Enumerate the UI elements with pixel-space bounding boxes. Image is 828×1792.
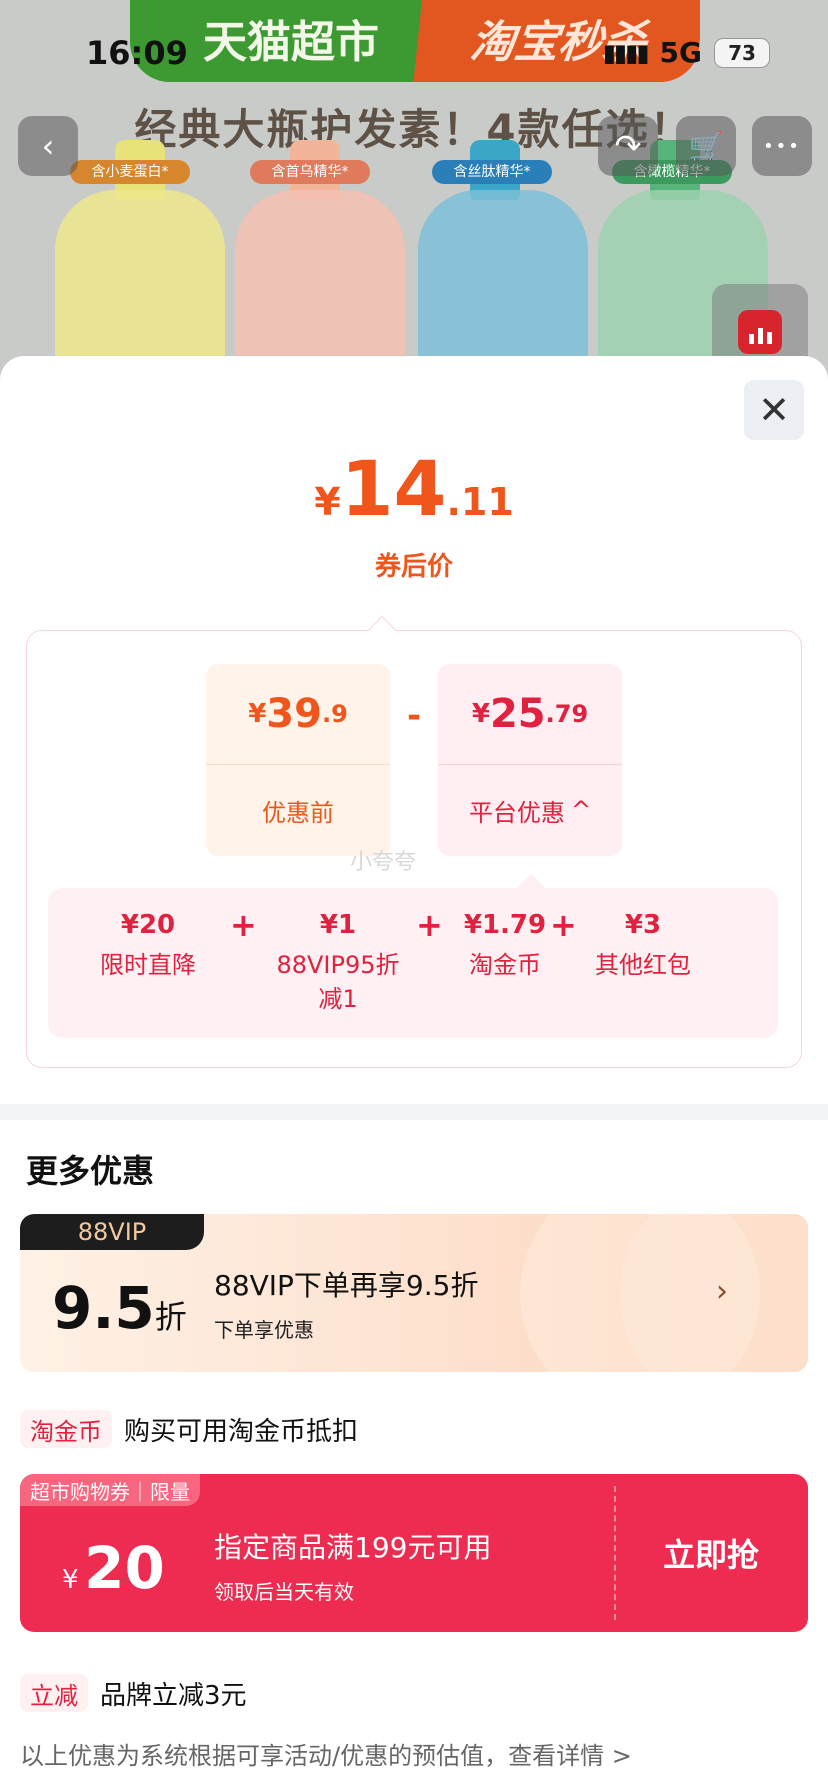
vip-offer-card[interactable]: 88VIP 9.5折 88VIP下单再享9.5折 下单享优惠 › [20, 1214, 808, 1372]
coupon-amount: ¥ 20 [62, 1534, 165, 1602]
status-indicators: ▮▮▮▮ 5G 73 [603, 36, 770, 69]
chevron-up-icon: ^ [570, 796, 592, 824]
more-button[interactable]: ••• [752, 116, 812, 176]
product-image-background: 天猫超市 淘宝秒杀 经典大瓶护发素！4款任选！ 含小麦蛋白* 含首乌精华* 含丝… [0, 0, 828, 400]
coupon-currency: ¥ [62, 1565, 79, 1595]
price-detail-sheet: ✕ ¥14.11 券后价 ¥39.9 优惠前 - ¥25.79 平台优惠 ^ 小… [0, 356, 828, 1792]
discount-detail-box: ¥20 限时直降 + ¥1 88VIP95折 减1 + ¥1.79 淘金币 + … [48, 888, 778, 1038]
share-button[interactable]: ↷ [598, 116, 658, 176]
coin-offer-text: 购买可用淘金币抵扣 [124, 1416, 359, 1447]
platform-decimal: .79 [545, 700, 589, 728]
close-icon: ✕ [758, 388, 790, 432]
coin-badge: 淘金币 [20, 1410, 112, 1448]
original-price-value: ¥39.9 [206, 664, 390, 764]
discount-item-limited-time: ¥20 限时直降 [78, 910, 218, 982]
discount-item-88vip: ¥1 88VIP95折 减1 [258, 910, 418, 1016]
discount-label: 88VIP95折 [276, 951, 400, 979]
vip-tag: 88VIP [20, 1214, 204, 1250]
discount-label: 淘金币 [469, 951, 541, 979]
discount-label-line2: 减1 [318, 985, 358, 1013]
original-decimal: .9 [321, 700, 348, 728]
status-time: 16:09 [86, 34, 188, 72]
plus-sign: + [416, 906, 443, 944]
discount-value: ¥20 [120, 910, 176, 940]
platform-discount-label: 平台优惠 ^ [438, 764, 622, 856]
brand-reduce-row: 立减 品牌立减3元 [20, 1674, 247, 1712]
network-type: 5G [659, 36, 702, 69]
vip-offer-title: 88VIP下单再享9.5折 [214, 1269, 479, 1302]
cart-button[interactable]: 🛒 [676, 116, 736, 176]
supermarket-coupon: 超市购物券｜限量 ¥ 20 指定商品满199元可用 领取后当天有效 立即抢 [20, 1474, 808, 1632]
reduce-badge: 立减 [20, 1674, 88, 1712]
discount-label: 限时直降 [100, 951, 196, 979]
coin-offer-row: 淘金币 购买可用淘金币抵扣 [20, 1410, 358, 1448]
plus-sign: + [230, 906, 257, 944]
chevron-right-icon: › [716, 1274, 728, 1309]
chevron-left-icon: ‹ [41, 127, 55, 165]
final-price-currency: ¥ [314, 480, 341, 524]
vip-offer-subtitle: 下单享优惠 [214, 1318, 314, 1342]
platform-discount-card[interactable]: ¥25.79 平台优惠 ^ [438, 664, 622, 856]
vip-discount-number: 9.5 [52, 1274, 155, 1342]
final-price-decimal: .11 [446, 480, 514, 524]
view-details-link[interactable]: 以上优惠为系统根据可享活动/优惠的预估值，查看详情 > [20, 1736, 632, 1771]
vip-discount: 9.5折 [52, 1274, 187, 1342]
bottle-tag: 含首乌精华* [250, 160, 370, 184]
coupon-validity: 领取后当天有效 [214, 1580, 354, 1604]
platform-currency: ¥ [471, 699, 490, 729]
cart-icon: 🛒 [688, 129, 724, 163]
more-offers-title: 更多优惠 [26, 1152, 155, 1190]
coupon-amount-number: 20 [84, 1534, 165, 1602]
discount-value: ¥3 [624, 910, 662, 940]
more-dots-icon: ••• [763, 135, 801, 157]
original-price-card: ¥39.9 优惠前 [206, 664, 390, 856]
grab-coupon-button[interactable]: 立即抢 [614, 1474, 808, 1632]
original-currency: ¥ [248, 699, 267, 729]
final-price-integer: 14 [340, 444, 447, 533]
close-button[interactable]: ✕ [744, 380, 804, 440]
coupon-condition: 指定商品满199元可用 [214, 1531, 492, 1564]
signal-icon: ▮▮▮▮ [602, 38, 650, 67]
share-icon: ↷ [614, 127, 642, 165]
discount-item-red-packet: ¥3 其他红包 [578, 910, 708, 982]
original-integer: 39 [266, 691, 322, 737]
discount-label: 其他红包 [595, 951, 691, 979]
platform-integer: 25 [489, 691, 546, 737]
final-price: ¥14.11 [0, 444, 828, 533]
discount-value: ¥1 [319, 910, 357, 940]
bottle-tag: 含小麦蛋白* [70, 160, 190, 184]
platform-discount-text: 平台优惠 [468, 798, 565, 827]
coupon-tag: 超市购物券｜限量 [20, 1474, 200, 1506]
watermark: 小夸夸 [350, 850, 417, 875]
decor-circle [620, 1214, 808, 1372]
minus-sign: - [406, 696, 422, 736]
reduce-text: 品牌立减3元 [100, 1680, 247, 1711]
plus-sign: + [550, 906, 577, 944]
final-price-label: 券后价 [374, 552, 453, 582]
back-button[interactable]: ‹ [18, 116, 78, 176]
platform-discount-value: ¥25.79 [438, 664, 622, 764]
bottle-tag: 含丝肽精华* [432, 160, 552, 184]
battery-icon: 73 [714, 37, 770, 68]
vip-discount-unit: 折 [154, 1298, 187, 1336]
chart-icon [738, 310, 782, 354]
section-divider [0, 1104, 828, 1120]
original-price-label: 优惠前 [262, 798, 334, 827]
